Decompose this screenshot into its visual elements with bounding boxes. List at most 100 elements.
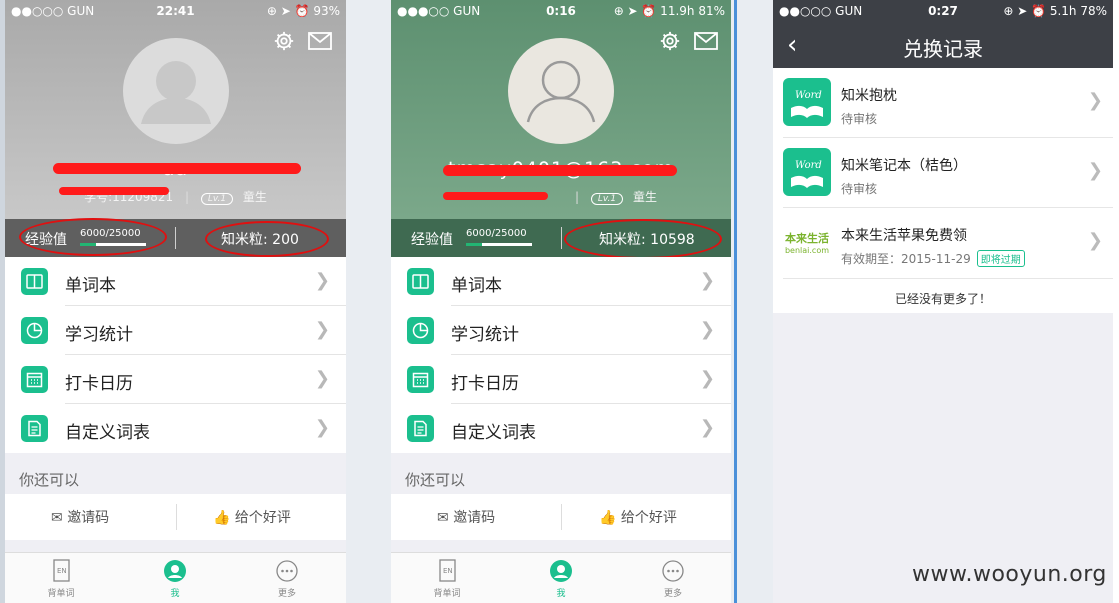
rank-label: 童生 <box>632 190 657 204</box>
gear-icon[interactable] <box>658 30 682 52</box>
rate-button[interactable]: 👍 给个好评 <box>213 507 291 527</box>
exp-value: 6000/25000 <box>466 228 527 239</box>
mail-icon[interactable] <box>308 30 332 52</box>
chevron-right-icon: ❯ <box>314 368 330 389</box>
status-right: ⊕ ➤ ⏰ 5.1h 78% <box>1003 4 1107 18</box>
calendar-icon <box>21 366 48 393</box>
tab-me[interactable]: 我 <box>145 559 205 599</box>
level-badge: Lv.1 <box>200 193 234 205</box>
menu-label: 学习统计 <box>451 325 519 345</box>
invite-label: 邀请码 <box>67 510 110 526</box>
status-bar: ●●●○○ GUN 0:16 ⊕ ➤ ⏰ 11.9h 81% <box>391 0 731 22</box>
menu-list: 单词本 ❯ 学习统计 ❯ 打卡日历 ❯ 自定义词表 ❯ <box>391 257 731 453</box>
level-badge: Lv.1 <box>590 193 624 205</box>
tab-label: 更多 <box>277 589 296 599</box>
menu-item-custom-list[interactable]: 自定义词表 ❯ <box>391 404 731 453</box>
chevron-right-icon: ❯ <box>1087 90 1103 111</box>
rate-button[interactable]: 👍 给个好评 <box>599 507 677 527</box>
menu-item-calendar[interactable]: 打卡日历 ❯ <box>391 355 731 404</box>
page-title: 兑换记录 <box>903 37 983 61</box>
stats-separator <box>175 227 176 249</box>
tab-label: 我 <box>556 589 566 599</box>
annotation-ellipse <box>564 219 722 259</box>
item-title: 本来生活苹果免费领 <box>841 228 967 244</box>
tab-me[interactable]: 我 <box>531 559 591 599</box>
status-right: ⊕ ➤ ⏰ 11.9h 81% <box>613 4 725 18</box>
gear-icon[interactable] <box>272 30 296 52</box>
profile-screen-1: ●●○○○ GUN 22:41 ⊕ ➤ ⏰ 93% aa 学号:11209821… <box>5 0 346 603</box>
profile-header: ●●○○○ GUN 22:41 ⊕ ➤ ⏰ 93% aa 学号:11209821… <box>5 0 346 219</box>
svg-text:EN: EN <box>443 567 453 575</box>
person-icon <box>550 560 572 582</box>
row-divider <box>783 278 1113 279</box>
action-row: ✉ 邀请码 👍 给个好评 <box>5 494 346 540</box>
invite-button[interactable]: ✉ 邀请码 <box>51 507 109 527</box>
expiring-badge: 即将过期 <box>976 250 1025 267</box>
tab-bar: EN 背单词 我 更多 <box>391 552 731 603</box>
chevron-right-icon: ❯ <box>314 417 330 438</box>
word-book-icon: Word <box>783 78 831 126</box>
menu-item-calendar[interactable]: 打卡日历 ❯ <box>5 355 346 404</box>
exp-progress-bar <box>466 243 532 246</box>
exp-label: 经验值 <box>411 232 453 248</box>
user-meta: 学号:11209821 | Lv.1 童生 <box>5 188 346 208</box>
action-row: ✉ 邀请码 👍 给个好评 <box>391 494 731 540</box>
avatar-person-icon <box>526 60 596 123</box>
list-item[interactable]: 本来生活 benlai.com 本来生活苹果免费领 有效期至：2015-11-2… <box>773 208 1113 278</box>
item-status: 待审核 <box>841 182 878 196</box>
menu-item-stats[interactable]: 学习统计 ❯ <box>391 306 731 355</box>
list-item[interactable]: Word 知米笔记本（桔色） 待审核 ❯ <box>773 138 1113 208</box>
book-icon <box>21 268 48 295</box>
menu-label: 自定义词表 <box>451 423 536 443</box>
menu-label: 学习统计 <box>65 325 133 345</box>
menu-item-stats[interactable]: 学习统计 ❯ <box>5 306 346 355</box>
avatar[interactable] <box>508 38 614 144</box>
svg-text:EN: EN <box>57 567 67 575</box>
menu-item-custom-list[interactable]: 自定义词表 ❯ <box>5 404 346 453</box>
annotation-ellipse <box>205 221 329 257</box>
profile-screen-2: ●●●○○ GUN 0:16 ⊕ ➤ ⏰ 11.9h 81% tmsay0401… <box>391 0 731 603</box>
chevron-right-icon: ❯ <box>699 270 715 291</box>
exp-progress-fill <box>466 243 482 246</box>
redaction-mark <box>443 165 677 176</box>
benlai-logo: 本来生活 benlai.com <box>783 230 831 258</box>
status-bar: ●●○○○ GUN 22:41 ⊕ ➤ ⏰ 93% <box>5 0 346 22</box>
tab-words[interactable]: EN 背单词 <box>417 559 477 599</box>
tab-words[interactable]: EN 背单词 <box>31 559 91 599</box>
menu-item-wordbook[interactable]: 单词本 ❯ <box>391 257 731 306</box>
section-label: 你还可以 <box>19 471 80 489</box>
chevron-right-icon: ❯ <box>314 270 330 291</box>
item-status: 待审核 <box>841 112 878 126</box>
tab-more[interactable]: 更多 <box>643 559 703 599</box>
nav-bar: ●●○○○ GUN 0:27 ⊕ ➤ ⏰ 5.1h 78% ‹ 兑换记录 <box>773 0 1113 68</box>
book-icon <box>407 268 434 295</box>
chevron-right-icon: ❯ <box>699 417 715 438</box>
invite-icon: ✉ <box>51 510 63 526</box>
avatar[interactable] <box>122 38 229 144</box>
tab-more[interactable]: 更多 <box>257 559 317 599</box>
chevron-right-icon: ❯ <box>699 368 715 389</box>
brand-name: 本来生活 <box>785 232 829 245</box>
menu-label: 打卡日历 <box>451 374 519 394</box>
chevron-right-icon: ❯ <box>699 319 715 340</box>
rank-label: 童生 <box>242 190 267 204</box>
avatar-person-icon <box>140 61 211 124</box>
redeem-history-screen: ●●○○○ GUN 0:27 ⊕ ➤ ⏰ 5.1h 78% ‹ 兑换记录 Wor… <box>773 0 1113 603</box>
redeem-list: Word 知米抱枕 待审核 ❯ Word 知米笔记本（桔色） 待审核 ❯ 本来生… <box>773 68 1113 313</box>
meta-separator: | <box>575 190 580 204</box>
menu-item-wordbook[interactable]: 单词本 ❯ <box>5 257 346 306</box>
list-item[interactable]: Word 知米抱枕 待审核 ❯ <box>773 68 1113 138</box>
stats-separator <box>561 227 562 249</box>
section-label: 你还可以 <box>405 471 466 489</box>
mail-icon[interactable] <box>694 30 718 52</box>
profile-header: ●●●○○ GUN 0:16 ⊕ ➤ ⏰ 11.9h 81% tmsay0401… <box>391 0 731 219</box>
pie-chart-icon <box>21 317 48 344</box>
window-edge <box>734 0 737 603</box>
annotation-ellipse <box>19 218 167 256</box>
tab-label: 我 <box>170 589 180 599</box>
invite-button[interactable]: ✉ 邀请码 <box>437 507 495 527</box>
end-of-list: 已经没有更多了！ <box>894 292 991 306</box>
divider-gap <box>346 0 391 603</box>
action-separator <box>175 504 177 530</box>
invite-icon: ✉ <box>437 510 449 526</box>
